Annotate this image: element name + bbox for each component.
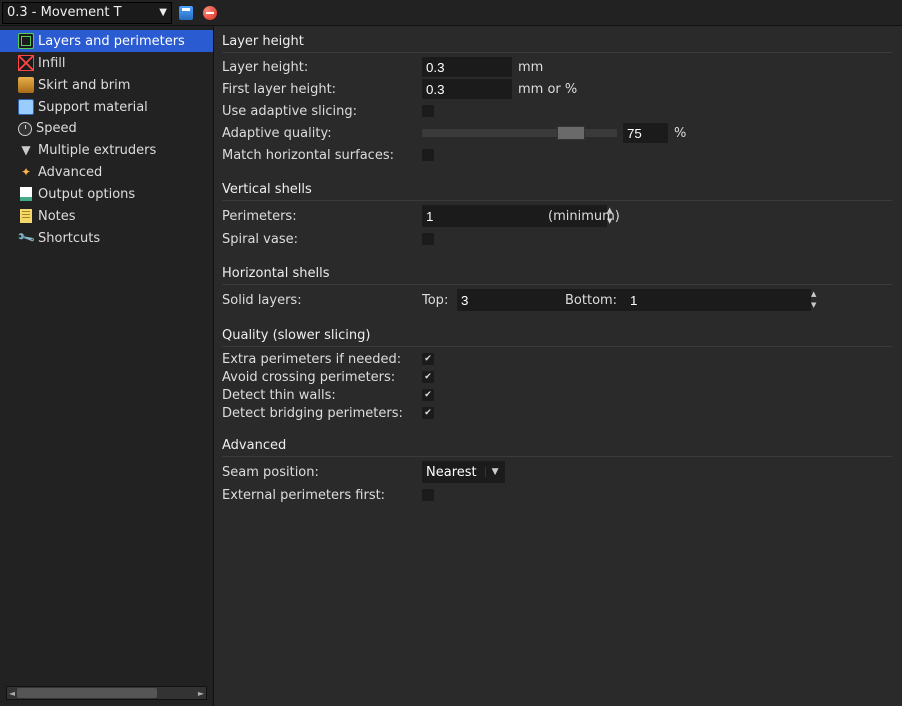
- sidebar-hscrollbar[interactable]: ◄ ►: [6, 686, 207, 700]
- section-title: Advanced: [222, 436, 892, 457]
- adaptive-slicing-label: Use adaptive slicing:: [222, 104, 422, 119]
- scroll-left-icon: ◄: [7, 689, 17, 698]
- spin-buttons[interactable]: ▲▼: [811, 289, 816, 311]
- section-title: Quality (slower slicing): [222, 326, 892, 347]
- notes-icon: [20, 209, 32, 223]
- solid-layers-label: Solid layers:: [222, 293, 422, 308]
- detect-bridging-checkbox[interactable]: ✔: [422, 407, 434, 419]
- first-layer-height-label: First layer height:: [222, 82, 422, 97]
- section-vertical-shells: Vertical shells Perimeters: ▲▼ (minimum)…: [222, 180, 892, 250]
- sidebar-item-label: Support material: [38, 100, 148, 115]
- save-icon: [179, 6, 193, 20]
- section-title: Layer height: [222, 32, 892, 53]
- external-first-label: External perimeters first:: [222, 488, 422, 503]
- layer-height-label: Layer height:: [222, 60, 422, 75]
- section-advanced: Advanced Seam position: Nearest ▼ Extern…: [222, 436, 892, 506]
- seam-position-label: Seam position:: [222, 465, 422, 480]
- perimeters-spinbox[interactable]: ▲▼: [422, 205, 542, 227]
- section-quality: Quality (slower slicing) Extra perimeter…: [222, 326, 892, 422]
- sidebar-item-support[interactable]: Support material: [0, 96, 213, 118]
- dropdown-arrow-icon: ▼: [485, 467, 501, 477]
- delete-preset-button[interactable]: [200, 3, 220, 23]
- seam-position-select[interactable]: Nearest ▼: [422, 461, 505, 483]
- dropdown-arrow-icon: ▼: [159, 7, 167, 18]
- section-layer-height: Layer height Layer height: mm First laye…: [222, 32, 892, 166]
- extra-perimeters-label: Extra perimeters if needed:: [222, 352, 422, 367]
- sidebar-item-advanced[interactable]: ✦ Advanced: [0, 161, 213, 183]
- unit-label: mm: [518, 60, 543, 75]
- save-preset-button[interactable]: [176, 3, 196, 23]
- detect-bridging-label: Detect bridging perimeters:: [222, 406, 422, 421]
- detect-thin-label: Detect thin walls:: [222, 388, 422, 403]
- extra-perimeters-checkbox[interactable]: ✔: [422, 353, 434, 365]
- bottom-label: Bottom:: [561, 293, 626, 308]
- bottom-input[interactable]: [626, 289, 811, 311]
- scroll-thumb[interactable]: [17, 688, 157, 698]
- adaptive-slicing-checkbox[interactable]: [422, 105, 434, 117]
- sidebar-item-label: Layers and perimeters: [38, 34, 185, 49]
- external-first-checkbox[interactable]: [422, 489, 434, 501]
- top-spinbox[interactable]: ▲▼: [457, 289, 557, 311]
- topbar: 0.3 - Movement T ▼: [0, 0, 902, 26]
- sidebar-item-label: Infill: [38, 56, 66, 71]
- sidebar-item-label: Speed: [36, 121, 77, 136]
- sidebar-item-label: Advanced: [38, 165, 102, 180]
- sidebar-item-label: Output options: [38, 187, 135, 202]
- sidebar-item-infill[interactable]: Infill: [0, 52, 213, 74]
- match-horizontal-checkbox[interactable]: [422, 149, 434, 161]
- sidebar-item-speed[interactable]: Speed: [0, 118, 213, 139]
- unit-label: %: [674, 126, 686, 141]
- skirt-icon: [18, 77, 34, 93]
- unit-label: mm or %: [518, 82, 577, 97]
- preset-select[interactable]: 0.3 - Movement T ▼: [2, 2, 172, 24]
- detect-thin-checkbox[interactable]: ✔: [422, 389, 434, 401]
- bottom-spinbox[interactable]: ▲▼: [626, 289, 726, 311]
- sidebar-items: Layers and perimeters Infill Skirt and b…: [0, 30, 213, 682]
- sidebar-item-layers[interactable]: Layers and perimeters: [0, 30, 213, 52]
- first-layer-height-input[interactable]: [422, 79, 512, 99]
- extruders-icon: ▼: [18, 142, 34, 158]
- perimeters-label: Perimeters:: [222, 209, 422, 224]
- sidebar-item-skirt[interactable]: Skirt and brim: [0, 74, 213, 96]
- avoid-crossing-label: Avoid crossing perimeters:: [222, 370, 422, 385]
- layer-height-input[interactable]: [422, 57, 512, 77]
- sidebar: Layers and perimeters Infill Skirt and b…: [0, 26, 214, 706]
- seam-position-value: Nearest: [426, 465, 477, 480]
- sidebar-item-label: Multiple extruders: [38, 143, 156, 158]
- sidebar-item-label: Notes: [38, 209, 76, 224]
- section-title: Vertical shells: [222, 180, 892, 201]
- shortcuts-icon: 🔧: [15, 227, 37, 249]
- adaptive-quality-slider[interactable]: [422, 129, 617, 137]
- match-horizontal-label: Match horizontal surfaces:: [222, 148, 422, 163]
- sidebar-item-output[interactable]: Output options: [0, 183, 213, 205]
- sidebar-item-notes[interactable]: Notes: [0, 205, 213, 227]
- spiral-vase-label: Spiral vase:: [222, 232, 422, 247]
- adaptive-quality-input[interactable]: [623, 123, 668, 143]
- infill-icon: [18, 55, 34, 71]
- adaptive-quality-label: Adaptive quality:: [222, 126, 422, 141]
- output-icon: [20, 187, 32, 201]
- slider-thumb[interactable]: [557, 126, 585, 140]
- section-title: Horizontal shells: [222, 264, 892, 285]
- avoid-crossing-checkbox[interactable]: ✔: [422, 371, 434, 383]
- chevron-down-icon: ▼: [811, 300, 816, 311]
- section-horizontal-shells: Horizontal shells Solid layers: Top: ▲▼ …: [222, 264, 892, 312]
- preset-name: 0.3 - Movement T: [7, 5, 122, 20]
- sidebar-item-shortcuts[interactable]: 🔧 Shortcuts: [0, 227, 213, 249]
- support-icon: [18, 99, 34, 115]
- scroll-right-icon: ►: [196, 689, 206, 698]
- speed-icon: [18, 122, 32, 136]
- body: Layers and perimeters Infill Skirt and b…: [0, 26, 902, 706]
- delete-icon: [203, 6, 217, 20]
- sidebar-item-label: Shortcuts: [38, 231, 100, 246]
- chevron-up-icon: ▲: [811, 289, 816, 300]
- spiral-vase-checkbox[interactable]: [422, 233, 434, 245]
- perimeters-suffix: (minimum): [548, 209, 620, 224]
- sidebar-item-extruders[interactable]: ▼ Multiple extruders: [0, 139, 213, 161]
- main-panel: Layer height Layer height: mm First laye…: [214, 26, 902, 706]
- layers-icon: [18, 33, 34, 49]
- advanced-icon: ✦: [18, 164, 34, 180]
- top-label: Top:: [422, 293, 457, 308]
- sidebar-item-label: Skirt and brim: [38, 78, 130, 93]
